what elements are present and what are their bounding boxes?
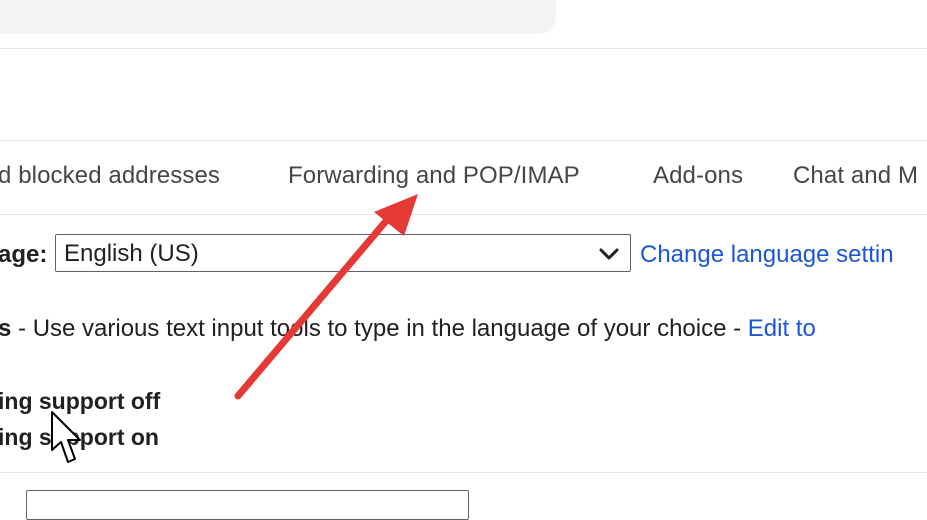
red-arrow-icon — [234, 194, 418, 400]
mouse-cursor-icon — [51, 411, 81, 463]
annotation-overlay — [51, 194, 418, 463]
